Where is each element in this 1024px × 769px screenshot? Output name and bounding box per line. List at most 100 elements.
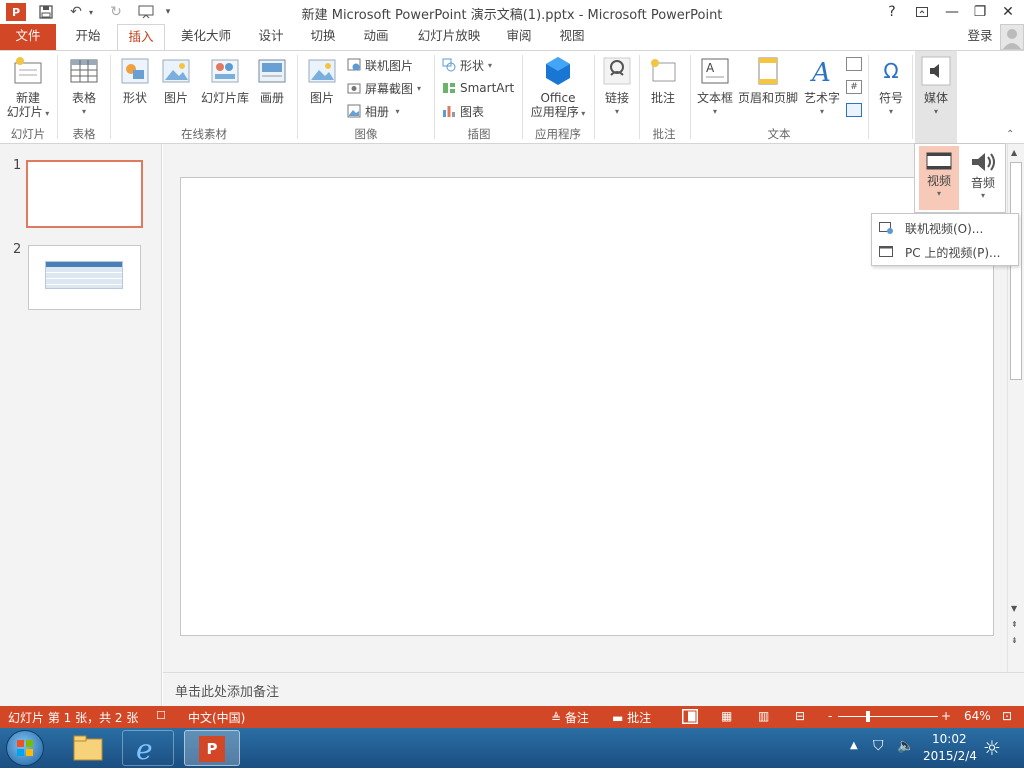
scroll-thumb[interactable] bbox=[1010, 162, 1022, 380]
online-video-icon bbox=[879, 222, 893, 234]
comments-toggle[interactable]: ▬ 批注 bbox=[612, 709, 651, 726]
minimize-button[interactable]: — bbox=[938, 0, 966, 24]
slideshow-view-icon[interactable]: ⊟ bbox=[795, 709, 805, 723]
spellcheck-icon[interactable]: ☐ bbox=[156, 709, 166, 722]
zoom-out-button[interactable]: - bbox=[828, 709, 832, 723]
zoom-in-button[interactable]: + bbox=[941, 709, 951, 723]
notes-toggle[interactable]: ≜ 备注 bbox=[551, 709, 589, 726]
comment-label: 批注 bbox=[650, 91, 675, 105]
group-label-apps: 应用程序 bbox=[535, 127, 581, 141]
slide-library-button[interactable]: 幻灯片库 bbox=[197, 55, 253, 105]
slide-count-status[interactable]: 幻灯片 第 1 张，共 2 张 bbox=[8, 709, 138, 726]
next-slide-icon[interactable]: ⇟ bbox=[1011, 636, 1018, 645]
video-button[interactable]: 视频 ▾ bbox=[919, 146, 959, 210]
shapes-button[interactable]: 形状 ▾ bbox=[442, 55, 492, 75]
online-video-label: 联机视频(O)... bbox=[905, 221, 984, 236]
tab-transitions[interactable]: 切换 bbox=[300, 24, 346, 50]
picture-online-button[interactable]: 图片 bbox=[158, 55, 194, 105]
help-button[interactable]: ? bbox=[878, 0, 906, 24]
collapse-ribbon-icon[interactable]: ⌃ bbox=[1006, 129, 1014, 140]
media-label: 媒体 bbox=[923, 91, 948, 105]
slide-library-icon bbox=[209, 55, 241, 87]
ribbon: 新建 幻灯片 ▾ 幻灯片 表格 ▾ 表格 形状 图片 幻灯片库 画册 在线素材 … bbox=[0, 50, 1024, 144]
powerpoint-taskbar-icon[interactable]: P bbox=[184, 730, 240, 766]
zoom-level[interactable]: 64% bbox=[964, 709, 991, 723]
audio-button[interactable]: 音频 ▾ bbox=[963, 146, 1003, 210]
svg-text:A: A bbox=[810, 58, 831, 87]
link-button[interactable]: 链接 ▾ bbox=[599, 55, 635, 119]
photo-album-label: 相册 bbox=[365, 104, 390, 119]
ribbon-display-options-icon[interactable] bbox=[908, 0, 936, 24]
language-status[interactable]: 中文(中国) bbox=[188, 709, 245, 726]
slide-library-label: 幻灯片库 bbox=[200, 91, 249, 105]
slide-sorter-icon[interactable]: ▦ bbox=[721, 709, 732, 723]
album-label: 画册 bbox=[259, 91, 284, 105]
screenshot-button[interactable]: 屏幕截图 ▾ bbox=[347, 78, 421, 98]
picture-label: 图片 bbox=[163, 91, 188, 105]
zoom-slider[interactable] bbox=[838, 716, 938, 717]
tab-review[interactable]: 审阅 bbox=[496, 24, 542, 50]
scroll-up-icon[interactable]: ▲ bbox=[1011, 148, 1017, 157]
ie-icon[interactable]: e bbox=[122, 730, 174, 766]
normal-view-icon[interactable] bbox=[682, 709, 698, 724]
slide-number-icon[interactable]: # bbox=[846, 80, 862, 94]
login-link[interactable]: 登录 bbox=[962, 24, 998, 50]
speaker-icon bbox=[969, 150, 997, 174]
object-icon[interactable] bbox=[846, 103, 862, 117]
date-time-icon[interactable] bbox=[846, 57, 862, 71]
tab-slideshow[interactable]: 幻灯片放映 bbox=[408, 24, 490, 50]
slide-thumbnail-2[interactable] bbox=[28, 245, 141, 310]
shapes-online-button[interactable]: 形状 bbox=[115, 55, 155, 105]
online-pictures-label: 联机图片 bbox=[365, 58, 414, 73]
fit-to-window-icon[interactable]: ⊡ bbox=[1002, 709, 1012, 723]
volume-icon[interactable]: 🔈 bbox=[897, 738, 914, 754]
table-button[interactable]: 表格 ▾ bbox=[64, 55, 104, 119]
clock-date[interactable]: 2015/2/4 bbox=[923, 749, 977, 763]
tab-insert[interactable]: 插入 bbox=[117, 24, 165, 51]
wordart-button[interactable]: A 艺术字 ▾ bbox=[801, 55, 843, 119]
security-shield-icon[interactable]: ⛉ bbox=[873, 738, 884, 754]
audio-label: 音频 bbox=[970, 176, 995, 190]
reading-view-icon[interactable]: ▥ bbox=[758, 709, 769, 723]
tab-file[interactable]: 文件 bbox=[0, 24, 56, 50]
office-apps-button[interactable]: Office 应用程序 ▾ bbox=[526, 55, 590, 121]
notes-pane[interactable]: 单击此处添加备注 bbox=[163, 672, 1024, 706]
user-avatar[interactable] bbox=[1000, 24, 1024, 50]
tab-design[interactable]: 设计 bbox=[248, 24, 294, 50]
insert-picture-button[interactable]: 图片 bbox=[304, 55, 340, 105]
comment-button[interactable]: 批注 bbox=[645, 55, 681, 105]
tab-animations[interactable]: 动画 bbox=[353, 24, 399, 50]
tab-home[interactable]: 开始 bbox=[64, 24, 112, 50]
tab-design-master[interactable]: 美化大师 bbox=[172, 24, 240, 50]
photo-album-button[interactable]: 相册 ▾ bbox=[347, 101, 400, 121]
header-footer-button[interactable]: 页眉和页脚 bbox=[737, 55, 799, 105]
symbol-button[interactable]: Ω 符号 ▾ bbox=[873, 55, 909, 119]
file-explorer-icon[interactable] bbox=[66, 730, 110, 766]
tab-view[interactable]: 视图 bbox=[549, 24, 595, 50]
menu-item-online-video[interactable]: 联机视频(O)... bbox=[872, 216, 1018, 240]
slide-thumbnail-1[interactable] bbox=[26, 160, 143, 228]
start-button[interactable] bbox=[6, 730, 44, 766]
zoom-slider-thumb[interactable] bbox=[866, 711, 870, 722]
symbol-label: 符号 bbox=[878, 91, 903, 105]
restore-button[interactable]: ❐ bbox=[966, 0, 994, 24]
insert-picture-icon bbox=[306, 55, 338, 87]
textbox-button[interactable]: A 文本框 ▾ bbox=[694, 55, 736, 119]
settings-gear-icon[interactable]: ☼ bbox=[983, 736, 1001, 760]
menu-item-pc-video[interactable]: PC 上的视频(P)... bbox=[872, 240, 1018, 264]
chart-button[interactable]: 图表 bbox=[442, 101, 484, 121]
thumbnail-table-preview bbox=[45, 261, 123, 289]
new-slide-button[interactable]: 新建 幻灯片 ▾ bbox=[4, 55, 52, 121]
previous-slide-icon[interactable]: ⇞ bbox=[1011, 620, 1018, 629]
media-button[interactable]: 媒体 ▾ bbox=[915, 51, 957, 143]
omega-icon: Ω bbox=[883, 59, 899, 83]
show-hidden-icons[interactable]: ▲ bbox=[850, 740, 858, 751]
online-pictures-button[interactable]: 联机图片 bbox=[347, 55, 413, 75]
clock-time[interactable]: 10:02 bbox=[932, 732, 967, 746]
comments-toggle-label: 批注 bbox=[627, 711, 652, 725]
album-button[interactable]: 画册 bbox=[255, 55, 289, 105]
scroll-down-icon[interactable]: ▼ bbox=[1011, 604, 1017, 613]
smartart-button[interactable]: SmartArt bbox=[442, 78, 514, 98]
header-footer-icon bbox=[752, 55, 784, 87]
close-button[interactable]: ✕ bbox=[994, 0, 1022, 24]
